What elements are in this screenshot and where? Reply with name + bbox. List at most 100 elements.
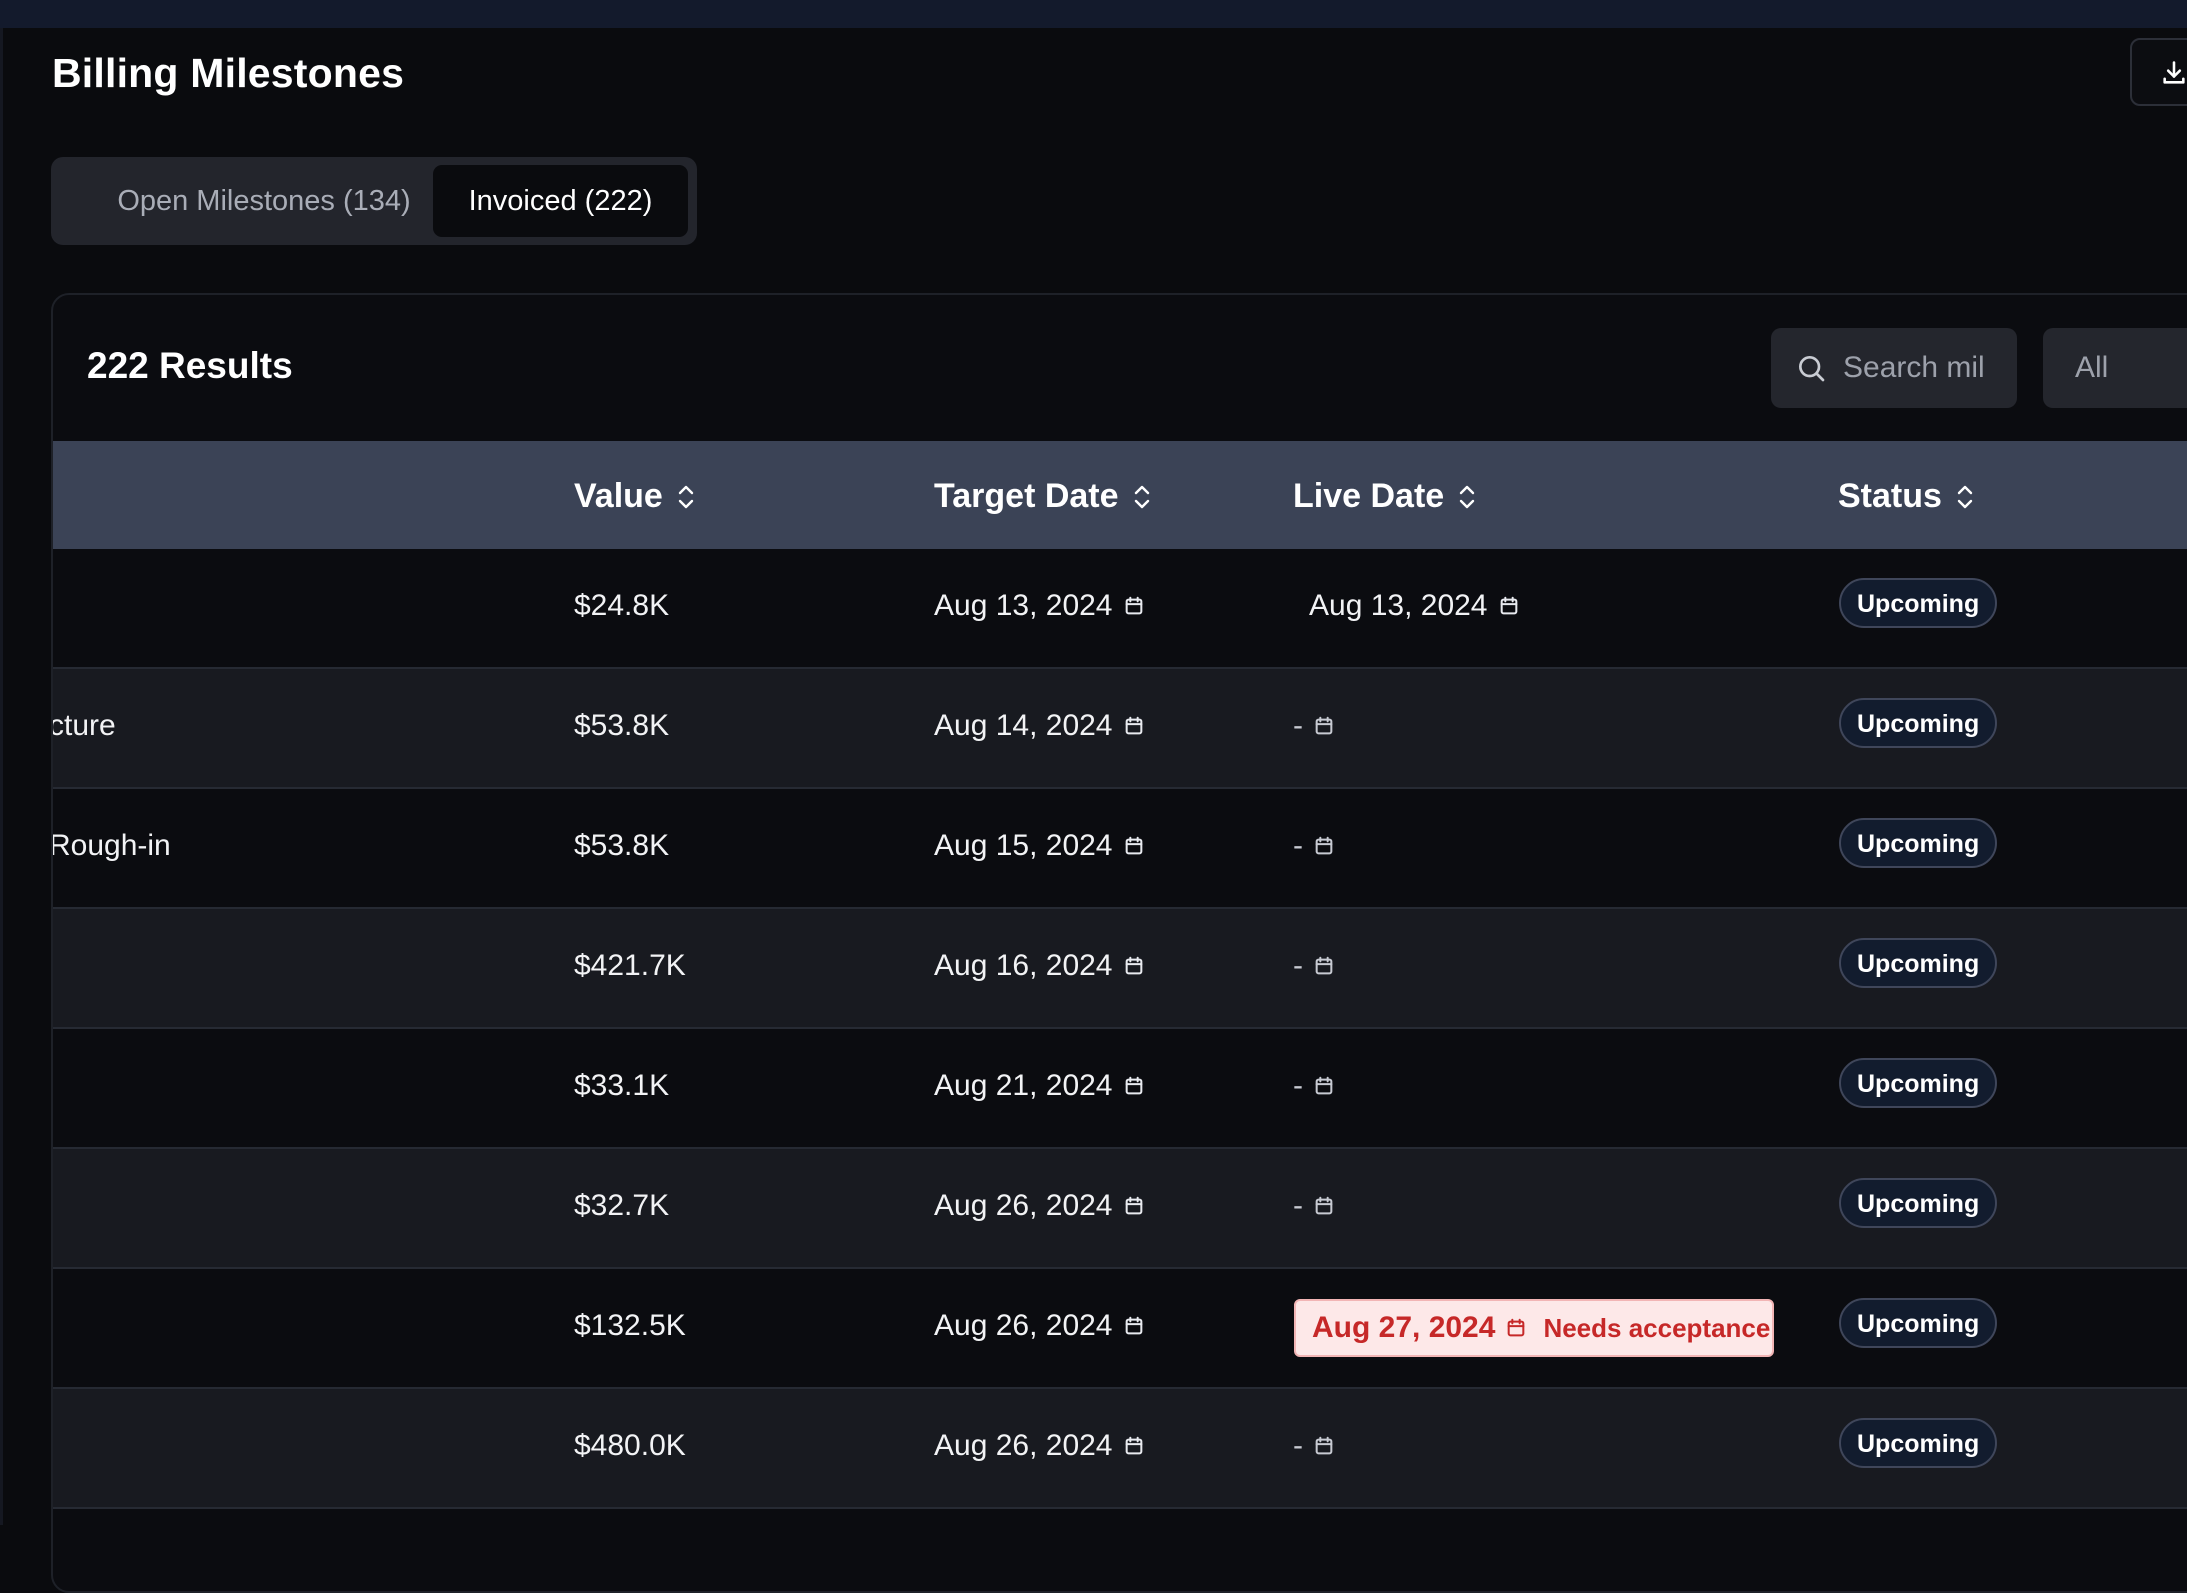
left-edge	[0, 28, 3, 1525]
target-date-text: Aug 26, 2024	[934, 1189, 1113, 1222]
status-filter-select[interactable]: All	[2043, 328, 2187, 408]
calendar-icon[interactable]	[1313, 715, 1335, 737]
table-row[interactable]: $421.7K Aug 16, 2024 - Upcoming	[53, 909, 2187, 1029]
top-bar	[0, 0, 2187, 28]
status-badge: Upcoming	[1839, 578, 1998, 628]
milestone-value: $53.8K	[574, 709, 670, 742]
download-icon	[2163, 61, 2185, 84]
target-date-text: Aug 14, 2024	[934, 709, 1113, 742]
column-label-live-date: Live Date	[1293, 477, 1445, 515]
column-header-value[interactable]: Value	[574, 477, 695, 516]
target-date: Aug 16, 2024	[934, 949, 1145, 983]
table-row[interactable]: $480.0K Aug 26, 2024 - Upcoming	[53, 1389, 2187, 1509]
milestone-tabs: Open Milestones (134) Invoiced (222)	[51, 157, 697, 245]
target-date: Aug 26, 2024	[934, 1429, 1145, 1463]
sort-icon	[1459, 485, 1475, 508]
live-date: Aug 13, 2024	[1309, 589, 1520, 623]
target-date: Aug 26, 2024	[934, 1309, 1145, 1343]
calendar-icon[interactable]	[1313, 1435, 1335, 1457]
table-row[interactable]: cture $53.8K Aug 14, 2024 - Upcoming	[53, 669, 2187, 789]
table-row[interactable]: $24.8K Aug 13, 2024 Aug 13, 2024 Upcoming	[53, 549, 2187, 669]
sort-icon	[1134, 485, 1149, 508]
target-date-text: Aug 16, 2024	[934, 949, 1113, 982]
status-badge: Upcoming	[1839, 1298, 1998, 1348]
results-count: 222 Results	[87, 345, 293, 386]
tab-open-milestones[interactable]: Open Milestones (134)	[59, 165, 469, 237]
calendar-icon[interactable]	[1123, 835, 1145, 857]
live-date-alert[interactable]: Aug 27, 2024 Needs acceptance	[1294, 1299, 1774, 1357]
milestone-value: $33.1K	[574, 1069, 670, 1102]
column-header-status[interactable]: Status	[1838, 477, 1974, 516]
live-date: -	[1293, 1189, 1335, 1223]
target-date-text: Aug 21, 2024	[934, 1069, 1113, 1102]
calendar-icon[interactable]	[1123, 715, 1145, 737]
live-date-text: -	[1293, 1189, 1303, 1222]
target-date: Aug 15, 2024	[934, 829, 1145, 863]
target-date: Aug 26, 2024	[934, 1189, 1145, 1223]
target-date-text: Aug 15, 2024	[934, 829, 1113, 862]
milestone-value: $480.0K	[574, 1429, 686, 1462]
live-date-text: -	[1293, 1069, 1303, 1102]
table-row[interactable]: $32.7K Aug 26, 2024 - Upcoming	[53, 1149, 2187, 1269]
milestone-value: $132.5K	[574, 1309, 686, 1342]
column-header-target-date[interactable]: Target Date	[934, 477, 1151, 516]
calendar-icon[interactable]	[1498, 595, 1520, 617]
target-date-text: Aug 26, 2024	[934, 1309, 1113, 1342]
live-date-text: Aug 27, 2024	[1312, 1311, 1496, 1344]
search-input[interactable]: Search mil	[1771, 328, 2017, 408]
column-label-status: Status	[1838, 477, 1942, 515]
status-badge: Upcoming	[1839, 1058, 1998, 1108]
calendar-icon[interactable]	[1123, 1435, 1145, 1457]
target-date-text: Aug 26, 2024	[934, 1429, 1113, 1462]
milestone-value: $32.7K	[574, 1189, 670, 1222]
page-title: Billing Milestones	[52, 50, 405, 96]
target-date: Aug 13, 2024	[934, 589, 1145, 623]
column-header-live-date[interactable]: Live Date	[1293, 477, 1476, 516]
table-row[interactable]: Rough-in $53.8K Aug 15, 2024 - Upcoming	[53, 789, 2187, 909]
needs-acceptance-label: Needs acceptance	[1543, 1312, 1771, 1343]
milestone-name: cture	[51, 709, 116, 742]
status-badge: Upcoming	[1839, 1178, 1998, 1228]
column-label-target-date: Target Date	[934, 477, 1119, 515]
milestone-value: $24.8K	[574, 589, 670, 622]
calendar-icon[interactable]	[1123, 1315, 1145, 1337]
milestone-value: $53.8K	[574, 829, 670, 862]
calendar-icon[interactable]	[1313, 955, 1335, 977]
live-date: -	[1293, 949, 1335, 983]
live-date-text: Aug 13, 2024	[1309, 589, 1488, 622]
calendar-icon[interactable]	[1313, 835, 1335, 857]
status-badge: Upcoming	[1839, 938, 1998, 988]
sort-icon	[678, 485, 694, 508]
filter-value: All	[2075, 351, 2109, 384]
calendar-icon[interactable]	[1313, 1195, 1335, 1217]
calendar-icon[interactable]	[1505, 1317, 1527, 1339]
status-badge: Upcoming	[1839, 1418, 1998, 1468]
live-date: -	[1293, 709, 1335, 743]
live-date-text: -	[1293, 949, 1303, 982]
milestone-value: $421.7K	[574, 949, 686, 982]
target-date: Aug 14, 2024	[934, 709, 1145, 743]
table-header: Value Target Date Live Date Status	[53, 441, 2187, 549]
calendar-icon[interactable]	[1313, 1075, 1335, 1097]
calendar-icon[interactable]	[1123, 1075, 1145, 1097]
live-date: -	[1293, 829, 1335, 863]
live-date: -	[1293, 1069, 1335, 1103]
target-date: Aug 21, 2024	[934, 1069, 1145, 1103]
target-date-text: Aug 13, 2024	[934, 589, 1113, 622]
search-placeholder: Search mil	[1843, 351, 1985, 384]
live-date-text: -	[1293, 829, 1303, 862]
table-row[interactable]: $132.5K Aug 26, 2024 Aug 27, 2024 Needs acc…	[53, 1269, 2187, 1389]
live-date-text: -	[1293, 1429, 1303, 1462]
sort-icon	[1957, 485, 1973, 508]
calendar-icon[interactable]	[1123, 595, 1145, 617]
tab-invoiced[interactable]: Invoiced (222)	[433, 165, 688, 237]
download-button[interactable]	[2130, 38, 2187, 106]
live-date: -	[1293, 1429, 1335, 1463]
table-row[interactable]: $33.1K Aug 21, 2024 - Upcoming	[53, 1029, 2187, 1149]
column-label-value: Value	[574, 477, 663, 515]
milestone-name: Rough-in	[51, 829, 171, 862]
calendar-icon[interactable]	[1123, 1195, 1145, 1217]
status-badge: Upcoming	[1839, 818, 1998, 868]
live-date-text: -	[1293, 709, 1303, 742]
calendar-icon[interactable]	[1123, 955, 1145, 977]
